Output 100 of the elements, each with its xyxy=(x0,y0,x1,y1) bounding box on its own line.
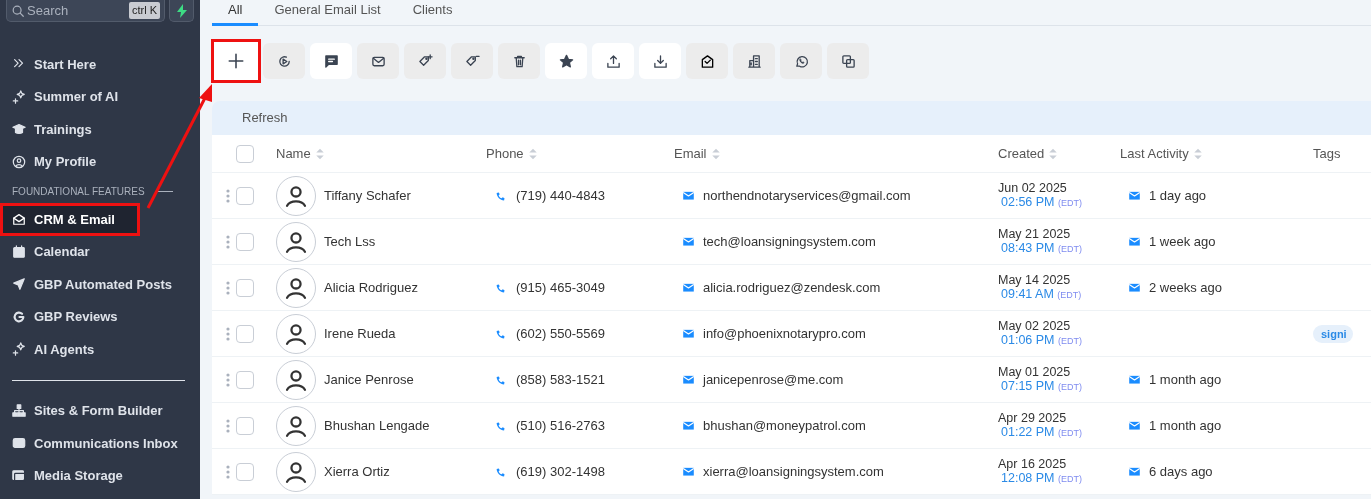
tab[interactable]: Clients xyxy=(396,3,469,26)
graduation-cap-icon xyxy=(12,122,26,137)
sort-icon[interactable] xyxy=(526,146,539,161)
timezone: (EDT) xyxy=(1058,244,1082,255)
drag-handle-icon[interactable] xyxy=(226,187,230,204)
download-icon xyxy=(652,53,668,69)
phone-number: (602) 550-5569 xyxy=(516,324,605,343)
timezone: (EDT) xyxy=(1057,290,1082,301)
phone-number: (719) 440-4843 xyxy=(516,186,605,205)
email-address: janicepenrose@me.com xyxy=(703,370,844,389)
envelope-icon xyxy=(1128,373,1141,386)
contact-name[interactable]: Xierra Ortiz xyxy=(324,461,390,482)
column-header[interactable]: Name xyxy=(276,143,311,164)
contact-name[interactable]: Irene Rueda xyxy=(324,323,396,344)
tag: signi xyxy=(1313,324,1353,343)
envelope-icon xyxy=(682,419,695,432)
contact-name[interactable]: Tech Lss xyxy=(324,231,376,252)
contact-name[interactable]: Alicia Rodriguez xyxy=(324,277,418,298)
search-icon xyxy=(11,3,25,18)
drag-handle-icon[interactable] xyxy=(226,279,230,296)
created-date: Jun 02 2025 xyxy=(998,181,1068,197)
upload-icon xyxy=(605,53,621,69)
contact-name[interactable]: Janice Penrose xyxy=(324,369,414,390)
row-checkbox[interactable] xyxy=(236,462,254,481)
play-circle-icon xyxy=(276,53,292,69)
tab[interactable]: General Email List xyxy=(258,3,397,26)
email-address: bhushan@moneypatrol.com xyxy=(703,416,866,435)
created-date: May 14 2025 xyxy=(998,273,1072,289)
created-date: Apr 29 2025 xyxy=(998,411,1068,427)
last-activity: 2 weeks ago xyxy=(1149,278,1222,297)
envelope-icon xyxy=(682,235,695,248)
sidebar-item[interactable]: Sites & Form Builder xyxy=(0,394,200,427)
plus-icon xyxy=(227,52,245,70)
created-time: 01:22 PM xyxy=(1001,425,1055,440)
sidebar-item[interactable]: Trainings xyxy=(0,113,200,146)
sidebar-item[interactable]: Start Here xyxy=(0,48,200,81)
created-date: May 21 2025 xyxy=(998,227,1072,243)
row-checkbox[interactable] xyxy=(236,186,254,205)
created-date: May 02 2025 xyxy=(998,319,1072,335)
search-field[interactable]: Search xyxy=(25,0,115,22)
lightning-icon xyxy=(175,3,188,18)
select-all-checkbox[interactable] xyxy=(236,144,254,163)
sidebar-item[interactable]: GBP Reviews xyxy=(0,300,200,333)
drag-handle-icon[interactable] xyxy=(226,371,230,388)
column-header[interactable]: Last Activity xyxy=(1120,143,1189,164)
toolbar-button[interactable] xyxy=(545,43,587,79)
sidebar-item[interactable]: CRM & Email xyxy=(0,203,140,236)
sort-icon[interactable] xyxy=(1047,146,1060,161)
bolt-button[interactable] xyxy=(169,0,194,22)
last-activity: 1 day ago xyxy=(1149,186,1207,205)
contact-name[interactable]: Bhushan Lengade xyxy=(324,415,430,436)
phone-number: (858) 583-1521 xyxy=(516,370,605,389)
chat-bubble-icon xyxy=(323,53,339,69)
sort-icon[interactable] xyxy=(709,146,722,161)
last-activity: 1 week ago xyxy=(1149,232,1216,251)
timezone: (EDT) xyxy=(1058,474,1082,485)
google-g-icon xyxy=(12,309,26,324)
created-time: 01:06 PM xyxy=(1001,333,1055,348)
envelope-check-icon xyxy=(699,53,715,69)
contact-name[interactable]: Tiffany Schafer xyxy=(324,185,411,206)
row-checkbox[interactable] xyxy=(236,278,254,297)
sidebar-item[interactable]: Communications Inbox xyxy=(0,427,200,460)
drag-handle-icon[interactable] xyxy=(226,233,230,250)
chat-phone-icon xyxy=(793,53,809,69)
row-checkbox[interactable] xyxy=(236,232,254,251)
row-checkbox[interactable] xyxy=(236,370,254,389)
column-header[interactable]: Tags xyxy=(1313,143,1341,164)
sidebar-item[interactable]: Media Storage xyxy=(0,459,200,492)
envelope-icon xyxy=(682,189,695,202)
star-icon xyxy=(558,53,574,69)
search-box[interactable]: Search ctrl K xyxy=(6,0,165,22)
envelope-icon xyxy=(1128,465,1141,478)
drag-handle-icon[interactable] xyxy=(226,417,230,434)
section-heading: FOUNDATIONAL FEATURES xyxy=(12,185,145,199)
sidebar-item[interactable]: Summer of AI xyxy=(0,80,200,113)
sidebar-item[interactable]: GBP Automated Posts xyxy=(0,268,200,301)
copy-icon xyxy=(840,53,856,69)
row-checkbox[interactable] xyxy=(236,324,254,343)
envelope-icon xyxy=(1128,281,1141,294)
drag-handle-icon[interactable] xyxy=(226,463,230,480)
sidebar-item[interactable]: AI Agents xyxy=(0,333,200,366)
sidebar-item[interactable]: My Profile xyxy=(0,145,200,178)
sort-icon[interactable] xyxy=(313,146,326,161)
created-time: 07:15 PM xyxy=(1001,379,1055,394)
tab[interactable]: All xyxy=(212,3,259,26)
toolbar-button[interactable] xyxy=(310,43,352,79)
user-circle-icon xyxy=(12,154,26,169)
column-header[interactable]: Phone xyxy=(486,143,524,164)
column-header[interactable]: Email xyxy=(674,143,707,164)
tag-plus-icon xyxy=(417,53,433,69)
sidebar-item[interactable]: Calendar xyxy=(0,235,200,268)
column-header[interactable]: Created xyxy=(998,143,1045,164)
email-address: alicia.rodriguez@zendesk.com xyxy=(703,278,881,297)
refresh-link[interactable]: Refresh xyxy=(242,108,288,128)
sitemap-icon xyxy=(12,403,26,418)
drag-handle-icon[interactable] xyxy=(226,325,230,342)
row-checkbox[interactable] xyxy=(236,416,254,435)
sort-icon[interactable] xyxy=(1191,146,1204,161)
timezone: (EDT) xyxy=(1058,198,1082,209)
timezone: (EDT) xyxy=(1058,336,1082,347)
